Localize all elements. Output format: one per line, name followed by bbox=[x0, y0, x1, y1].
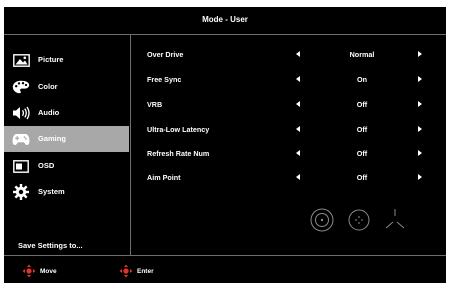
speaker-icon bbox=[12, 105, 30, 121]
setting-over-drive[interactable]: Over Drive Normal bbox=[147, 49, 437, 61]
sidebar-item-audio[interactable]: Audio bbox=[4, 100, 129, 126]
sidebar-item-label: Color bbox=[38, 82, 58, 91]
sidebar-item-gaming[interactable]: Gaming bbox=[4, 126, 129, 152]
setting-value: Off bbox=[356, 149, 368, 158]
sidebar-item-label: Picture bbox=[38, 55, 64, 64]
footer-divider bbox=[4, 255, 446, 256]
setting-value: On bbox=[357, 75, 367, 84]
sidebar-item-label: System bbox=[38, 187, 65, 196]
arrow-right-icon[interactable] bbox=[418, 150, 422, 156]
setting-value: Off bbox=[356, 125, 368, 134]
page-title: Mode - User bbox=[202, 15, 248, 24]
arrow-right-icon[interactable] bbox=[418, 101, 422, 107]
arrow-right-icon[interactable] bbox=[418, 174, 422, 180]
setting-label: Over Drive bbox=[147, 50, 184, 59]
dpad-enter-icon bbox=[119, 264, 133, 278]
gear-icon bbox=[12, 184, 30, 200]
setting-label: Aim Point bbox=[147, 173, 181, 182]
move-hint: Move bbox=[22, 261, 57, 281]
setting-label: Free Sync bbox=[147, 75, 182, 84]
crosshair-tri-icon bbox=[382, 207, 408, 233]
sidebar-item-picture[interactable]: Picture bbox=[4, 47, 129, 73]
gamepad-icon bbox=[12, 131, 30, 147]
sidebar-item-color[interactable]: Color bbox=[4, 74, 129, 100]
sidebar-divider bbox=[130, 35, 131, 255]
palette-icon bbox=[12, 79, 30, 95]
dpad-move-icon bbox=[22, 264, 36, 278]
arrow-left-icon[interactable] bbox=[296, 101, 300, 107]
arrow-left-icon[interactable] bbox=[296, 150, 300, 156]
sidebar-item-label: OSD bbox=[38, 161, 55, 170]
setting-value: Off bbox=[356, 100, 368, 109]
arrow-left-icon[interactable] bbox=[296, 174, 300, 180]
setting-vrb[interactable]: VRB Off bbox=[147, 99, 437, 111]
arrow-right-icon[interactable] bbox=[418, 126, 422, 132]
header-divider bbox=[4, 34, 446, 35]
footer: Move Enter bbox=[4, 261, 446, 281]
setting-aim-point[interactable]: Aim Point Off bbox=[147, 172, 437, 184]
setting-label: VRB bbox=[147, 100, 163, 109]
setting-value: Normal bbox=[349, 50, 375, 59]
sidebar-item-label: Gaming bbox=[38, 134, 66, 143]
enter-label: Enter bbox=[137, 267, 154, 275]
crosshair-circle-icon bbox=[346, 207, 372, 233]
setting-label: Ultra-Low Latency bbox=[147, 125, 210, 134]
setting-value: Off bbox=[356, 173, 368, 182]
osd-icon bbox=[12, 158, 30, 174]
crosshair-circle-dot-icon bbox=[309, 207, 335, 233]
arrow-left-icon[interactable] bbox=[296, 51, 300, 57]
enter-hint: Enter bbox=[119, 261, 154, 281]
osd-panel: Mode - User Picture Color Audio Gaming O… bbox=[4, 7, 446, 283]
arrow-left-icon[interactable] bbox=[296, 76, 300, 82]
setting-free-sync[interactable]: Free Sync On bbox=[147, 74, 437, 86]
save-settings-button[interactable]: Save Settings to... bbox=[18, 241, 83, 250]
sidebar-item-osd[interactable]: OSD bbox=[4, 153, 129, 179]
setting-refresh-rate-num[interactable]: Refresh Rate Num Off bbox=[147, 148, 437, 160]
arrow-left-icon[interactable] bbox=[296, 126, 300, 132]
setting-ultra-low-latency[interactable]: Ultra-Low Latency Off bbox=[147, 124, 437, 136]
osd-window: Mode - User Picture Color Audio Gaming O… bbox=[0, 0, 450, 290]
sidebar-item-label: Audio bbox=[38, 108, 60, 117]
arrow-right-icon[interactable] bbox=[418, 76, 422, 82]
arrow-right-icon[interactable] bbox=[418, 51, 422, 57]
picture-icon bbox=[12, 52, 30, 68]
setting-label: Refresh Rate Num bbox=[147, 149, 210, 158]
move-label: Move bbox=[40, 267, 57, 275]
sidebar-item-system[interactable]: System bbox=[4, 179, 129, 205]
